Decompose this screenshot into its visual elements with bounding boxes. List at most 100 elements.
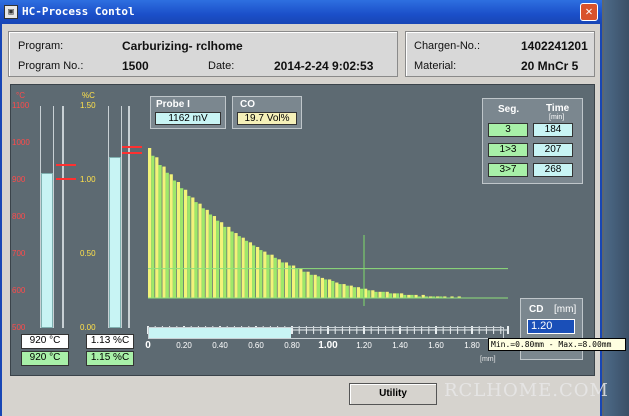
bars-layer	[148, 148, 508, 299]
temp-tick-label: 500	[12, 323, 26, 332]
bar-a	[356, 287, 361, 298]
co-label: CO	[240, 99, 255, 110]
program-no-value: 1500	[122, 59, 149, 73]
bar-a	[320, 277, 325, 298]
x-axis-unit: [mm]	[480, 356, 496, 363]
x-tick-label: 0.60	[248, 341, 264, 350]
temp-tick-label: 700	[12, 249, 26, 258]
bar-a	[234, 233, 238, 298]
time-value-0: 184	[533, 123, 573, 137]
bar-a	[148, 148, 152, 298]
carbon-unit: %C	[82, 91, 95, 100]
bar-a	[205, 209, 209, 298]
bar-a	[198, 203, 202, 298]
close-button[interactable]: ✕	[580, 3, 598, 21]
temp-max-marker	[56, 164, 76, 166]
date-label: Date:	[208, 60, 235, 72]
bar-a	[378, 291, 382, 298]
program-no-label: Program No.:	[18, 60, 84, 72]
progress-fill	[149, 328, 291, 338]
x-tick-label: 0.80	[284, 341, 300, 350]
x-tick-label: 1.80	[464, 341, 480, 350]
bar-b	[194, 202, 198, 298]
bar-a	[220, 222, 224, 298]
bar-b	[316, 276, 321, 298]
cd-label: CD	[529, 304, 544, 315]
bar-b	[302, 271, 306, 298]
bar-a	[277, 259, 281, 298]
x-tick-label: 1.60	[428, 341, 444, 350]
bar-a	[184, 189, 188, 298]
bar-b	[360, 288, 364, 298]
temp-actual-value: 920 °C	[21, 334, 69, 349]
bar-a	[385, 291, 389, 298]
x-tick-label: 0	[145, 340, 151, 351]
bar-a	[313, 274, 317, 298]
bar-b	[187, 195, 191, 298]
temp-unit: °C	[16, 91, 25, 100]
bar-b	[165, 172, 169, 298]
carbon-tick-label: 0.50	[80, 249, 96, 258]
co-value: 19.7 Vol%	[237, 112, 297, 125]
bar-a	[212, 216, 217, 298]
program-value: Carburizing- rclhome	[122, 39, 243, 53]
bar-a	[349, 285, 353, 298]
bar-b	[244, 240, 249, 298]
bar-b	[324, 279, 328, 298]
material-value: 20 MnCr 5	[521, 59, 579, 73]
bar-a	[169, 174, 173, 298]
bar-a	[299, 268, 303, 298]
utility-button[interactable]: Utility	[349, 383, 437, 405]
bar-a	[371, 290, 375, 298]
carbon-scale-bar	[128, 106, 130, 328]
carbon-gauge-fill	[109, 157, 121, 328]
bar-a	[335, 282, 339, 298]
program-label: Program:	[18, 40, 64, 52]
bar-a	[191, 197, 195, 298]
chargen-label: Chargen-No.:	[414, 40, 481, 52]
bar-b	[352, 287, 357, 298]
bar-b	[201, 208, 205, 298]
bar-a	[155, 157, 159, 298]
x-tick-label: 0.40	[212, 341, 228, 350]
bar-a	[162, 166, 166, 298]
bar-a	[227, 226, 231, 298]
bar-a	[284, 262, 289, 298]
title-bar: ▣ HC-Process Contol ✕	[0, 0, 602, 24]
cd-input[interactable]: 1.20	[527, 319, 575, 334]
chargen-value: 1402241201	[521, 39, 588, 53]
bar-b	[374, 291, 378, 298]
time-label: Time	[546, 103, 570, 114]
temp-tick-label: 1000	[12, 138, 30, 147]
bar-b	[309, 274, 313, 298]
probe-label: Probe I	[156, 99, 190, 110]
time-value-1: 207	[533, 143, 573, 157]
x-tick-label: 0.20	[176, 341, 192, 350]
seg-label: Seg.	[498, 104, 520, 115]
x-tick-label: 1.20	[356, 341, 372, 350]
bar-a	[256, 246, 260, 298]
bar-a	[176, 182, 181, 298]
bar-a	[241, 237, 245, 298]
bar-a	[392, 293, 397, 298]
bar-b	[280, 262, 285, 298]
bar-a	[306, 271, 310, 298]
carbon-set-value: 1.15 %C	[86, 351, 134, 366]
bar-b	[388, 293, 393, 298]
bar-b	[252, 245, 256, 298]
bar-b	[172, 180, 177, 298]
carbon-actual-value: 1.13 %C	[86, 334, 134, 349]
bar-a	[263, 251, 267, 298]
carbon-tick-label: 0.00	[80, 323, 96, 332]
bar-b	[223, 226, 227, 298]
bar-b	[230, 231, 234, 298]
bar-b	[180, 188, 184, 298]
temp-tick-label: 800	[12, 212, 26, 221]
bar-b	[208, 214, 213, 298]
x-labels-layer: 00.200.400.600.801.001.201.401.601.802.0…	[145, 340, 518, 351]
bar-b	[216, 220, 220, 298]
temp-tick-label: 1100	[12, 101, 30, 110]
bar-b	[345, 285, 349, 298]
carbon-tick-label: 1.50	[80, 101, 96, 110]
seg-value-0: 3	[488, 123, 528, 137]
